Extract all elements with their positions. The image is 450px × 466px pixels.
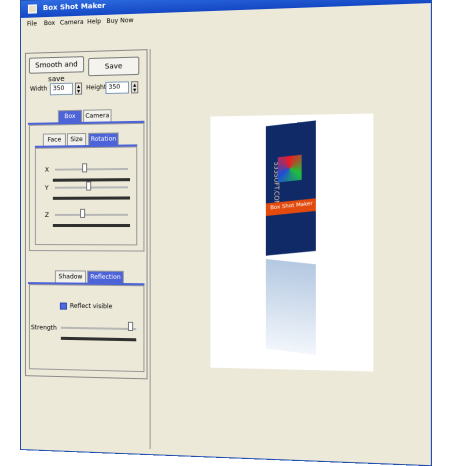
rotation-group: X Y Z bbox=[34, 146, 138, 246]
rotation-z-label: Z bbox=[44, 211, 49, 219]
reflect-visible-label: Reflect visible bbox=[69, 302, 113, 311]
rotation-z-slider bbox=[52, 223, 131, 228]
menu-help[interactable]: Help bbox=[87, 18, 101, 26]
save-button[interactable]: Save bbox=[88, 56, 140, 77]
box-shot: 533SOFT.COM Box Shot Maker bbox=[265, 120, 316, 256]
width-spinner[interactable]: ▲ ▼ bbox=[74, 82, 83, 95]
box-reflection bbox=[265, 258, 316, 355]
rotation-y-track bbox=[54, 186, 128, 189]
preview-area: 533SOFT.COM Box Shot Maker bbox=[149, 40, 425, 460]
rotation-z-thumb[interactable] bbox=[80, 208, 86, 218]
settings-panel: Smooth and save Save Width 350 ▲ ▼ Height… bbox=[24, 49, 148, 380]
tab-shadow[interactable]: Shadow bbox=[54, 270, 87, 283]
width-label: Width bbox=[29, 85, 48, 93]
height-input[interactable]: 350 bbox=[105, 81, 129, 95]
rotation-y-slider bbox=[52, 196, 131, 200]
box-options-group: Face Size Rotation X Y Z bbox=[28, 122, 145, 252]
rotation-x-label: X bbox=[44, 166, 49, 174]
strength-slider bbox=[60, 336, 137, 342]
rotation-x-thumb[interactable] bbox=[82, 163, 88, 173]
strength-label: Strength bbox=[30, 324, 57, 332]
main-window: Box Shot Maker File Box Camera Help Buy … bbox=[20, 0, 433, 466]
cube-icon bbox=[277, 154, 302, 183]
menu-camera[interactable]: Camera bbox=[60, 19, 84, 27]
menu-buy-now[interactable]: Buy Now bbox=[106, 17, 133, 25]
height-label: Height bbox=[86, 83, 107, 92]
strength-track bbox=[60, 326, 137, 331]
box-stripe-text: Box Shot Maker bbox=[270, 200, 313, 212]
rotation-y-label: Y bbox=[44, 184, 49, 192]
app-root: Box Shot Maker File Box Camera Help Buy … bbox=[0, 0, 450, 466]
menu-file[interactable]: File bbox=[27, 20, 37, 27]
width-input[interactable]: 350 bbox=[49, 82, 73, 96]
tab-reflection[interactable]: Reflection bbox=[87, 270, 124, 284]
rotation-y-thumb[interactable] bbox=[86, 181, 92, 191]
box-preview[interactable]: 533SOFT.COM Box Shot Maker bbox=[210, 113, 374, 372]
height-spinner[interactable]: ▲ ▼ bbox=[131, 81, 139, 94]
window-title: Box Shot Maker bbox=[42, 1, 106, 13]
tab-size[interactable]: Size bbox=[66, 132, 87, 146]
app-icon bbox=[27, 4, 37, 14]
rotation-z-track bbox=[54, 213, 128, 216]
reflection-group: Reflect visible Strength bbox=[28, 284, 145, 373]
tab-box[interactable]: Box bbox=[57, 109, 83, 123]
rotation-x-slider bbox=[52, 178, 131, 182]
rotation-x-track bbox=[54, 167, 128, 171]
tab-rotation[interactable]: Rotation bbox=[88, 132, 119, 146]
menu-box[interactable]: Box bbox=[44, 20, 55, 27]
tab-face[interactable]: Face bbox=[42, 133, 66, 146]
smooth-and-save-button[interactable]: Smooth and save bbox=[28, 56, 85, 83]
reflect-visible-checkbox[interactable] bbox=[59, 302, 67, 310]
tab-camera[interactable]: Camera bbox=[83, 109, 112, 122]
box-spine-text: 533SOFT.COM bbox=[272, 161, 280, 207]
strength-thumb[interactable] bbox=[127, 321, 134, 332]
